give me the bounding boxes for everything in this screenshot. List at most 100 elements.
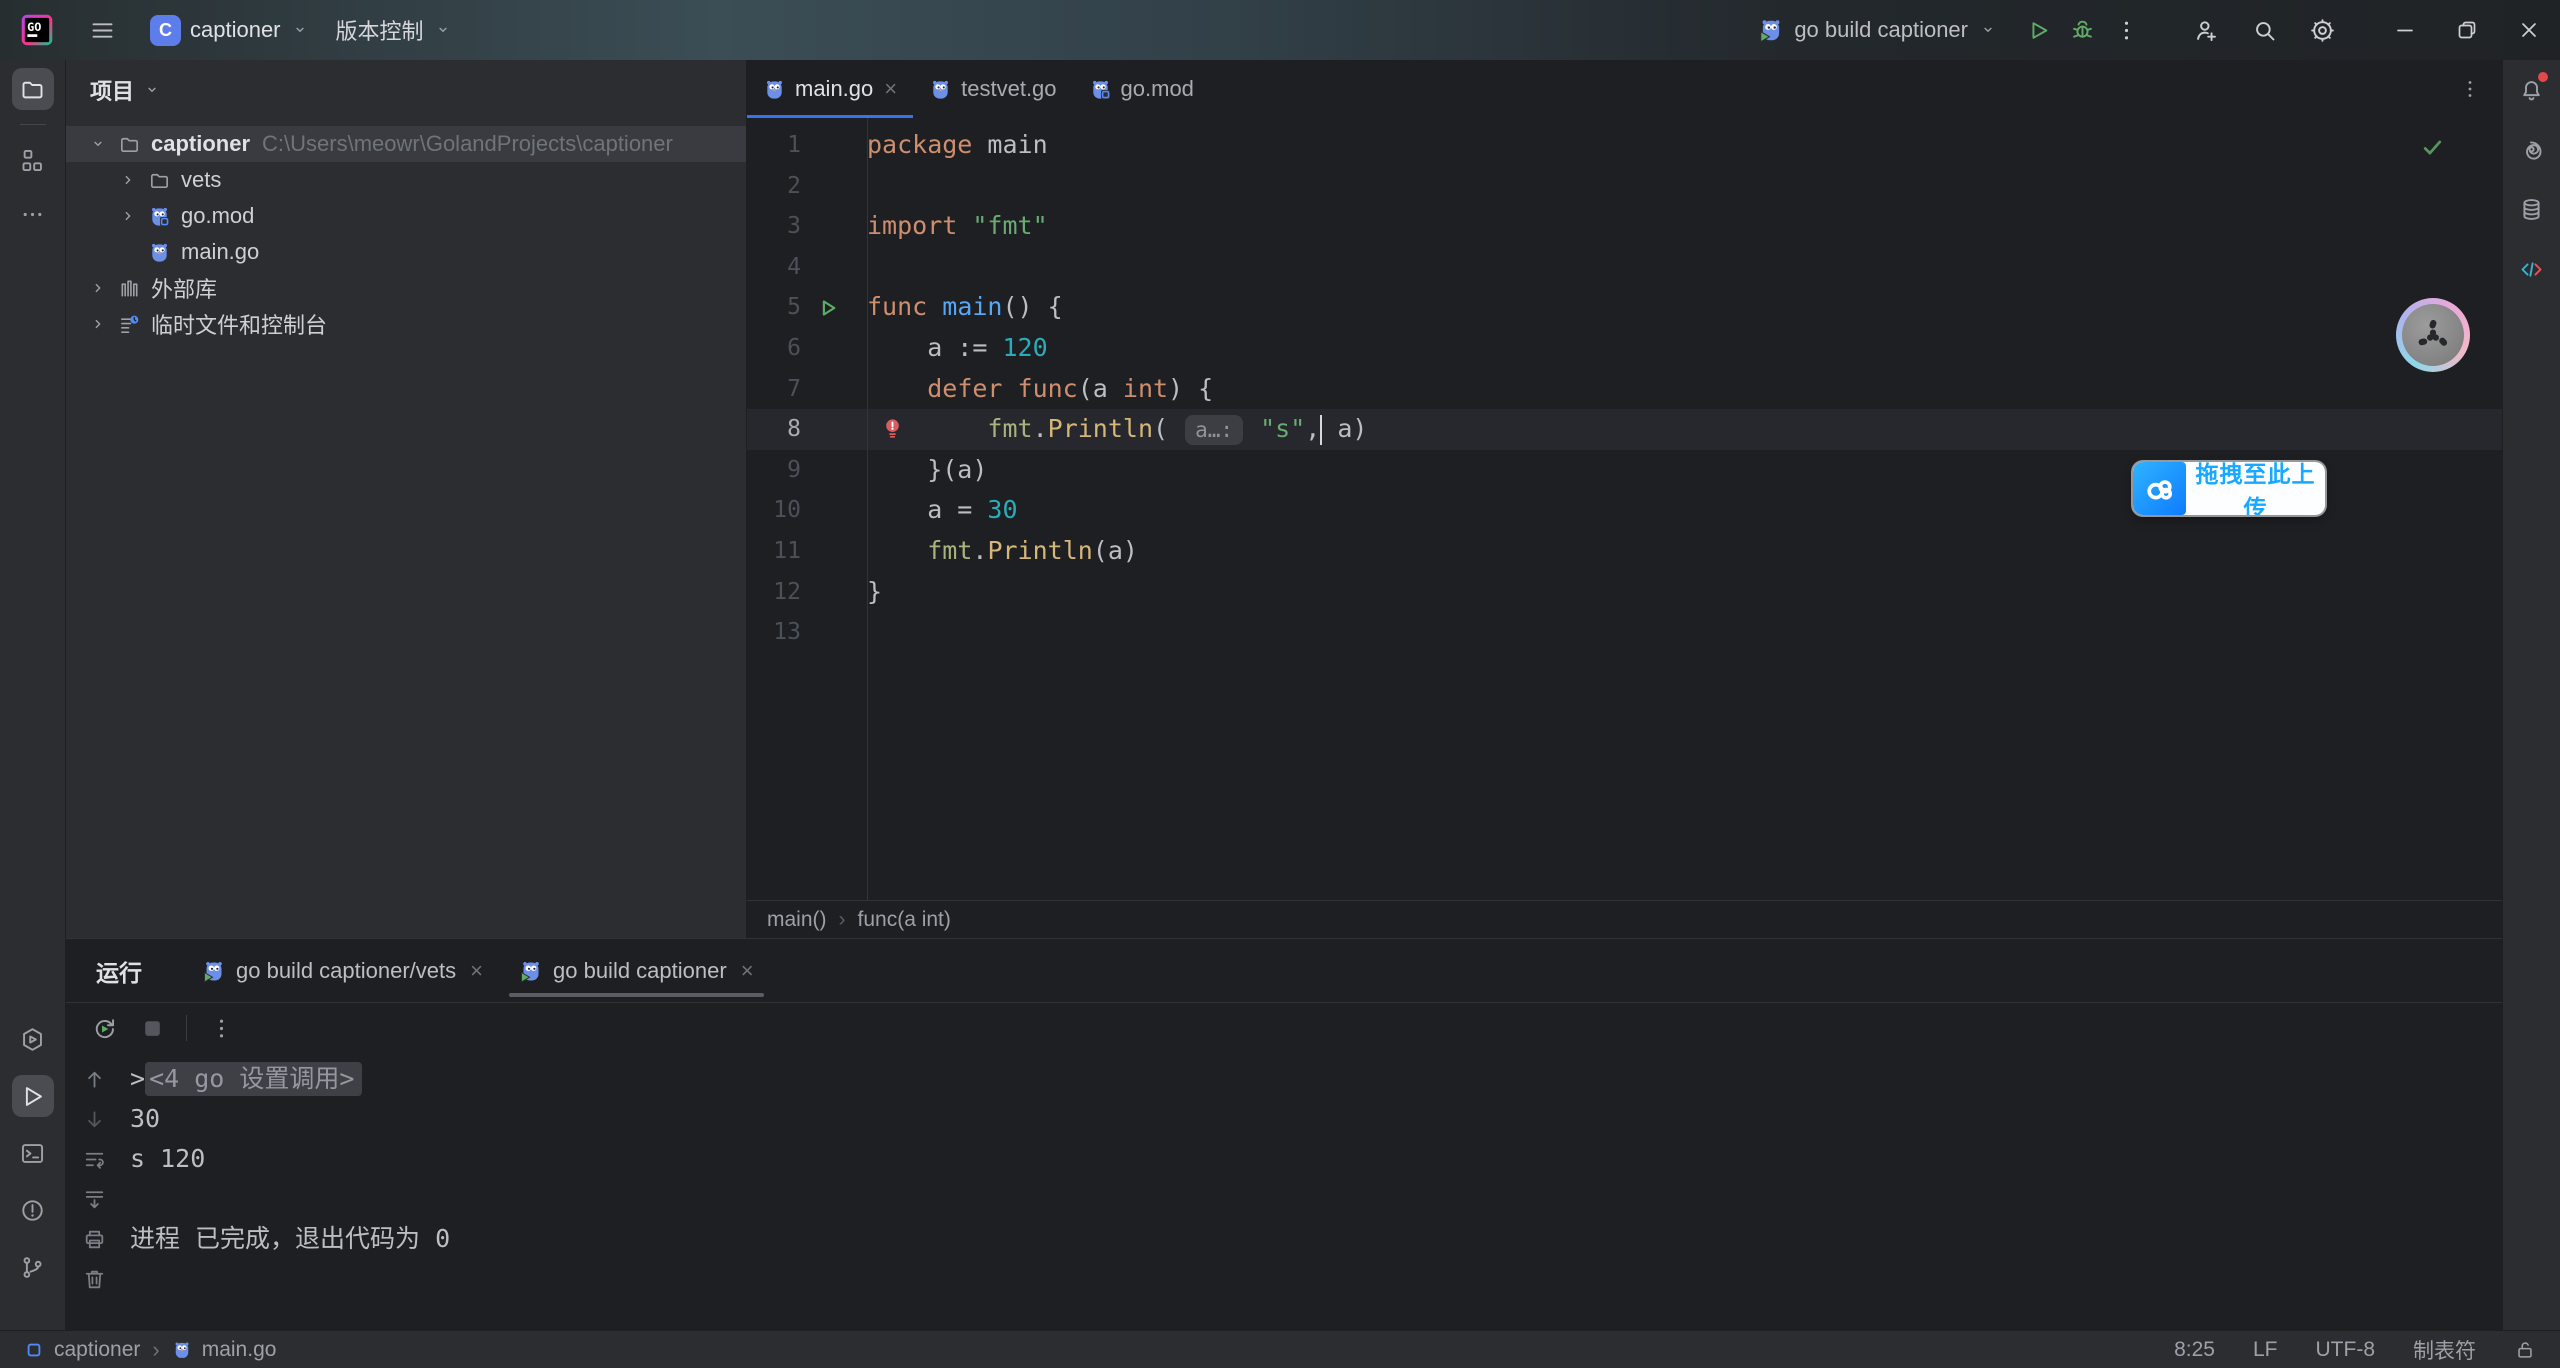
version-control-tool-button[interactable] (12, 1246, 54, 1288)
problems-tool-button[interactable] (12, 1189, 54, 1231)
clear-all-button[interactable] (74, 1259, 114, 1299)
kebab-button[interactable] (2104, 8, 2148, 52)
code-line-2[interactable]: 2 (747, 166, 2502, 207)
chevron-right-icon[interactable] (88, 278, 108, 298)
terminal-tool-button[interactable] (12, 1132, 54, 1174)
scroll-to-end-button[interactable] (74, 1179, 114, 1219)
code-text: package main (867, 125, 1048, 166)
assistant-avatar-overlay[interactable] (2396, 298, 2470, 372)
lock-open-icon[interactable] (2514, 1339, 2536, 1361)
close-window-button[interactable] (2498, 0, 2560, 60)
tree-item--[interactable]: 外部库 (66, 270, 746, 306)
goland-window: GO C captioner 版本控制 go build captioner (0, 0, 2560, 1368)
console-line: 30 (130, 1099, 2502, 1139)
play-button[interactable] (2016, 8, 2060, 52)
project-tool-button[interactable] (12, 68, 54, 110)
close-tab-icon[interactable]: × (470, 958, 483, 984)
tree-item-vets[interactable]: vets (66, 162, 746, 198)
settings-button[interactable] (2300, 8, 2344, 52)
code-editor[interactable]: 1 package main23import "fmt"45func main()… (747, 118, 2502, 900)
caret-position[interactable]: 8:25 (2174, 1338, 2215, 1362)
more-tools-button[interactable] (12, 193, 54, 235)
line-separator[interactable]: LF (2253, 1338, 2278, 1362)
search-button[interactable] (2242, 8, 2286, 52)
project-widget[interactable]: C captioner (150, 15, 310, 46)
prev-occurrence-button[interactable] (74, 1059, 114, 1099)
notification-badge (2538, 72, 2548, 82)
gopher-mod-icon (148, 205, 171, 228)
statusbar-project[interactable]: captioner (54, 1338, 140, 1362)
statusbar-file[interactable]: main.go (202, 1338, 277, 1362)
services-tool-button[interactable] (12, 1018, 54, 1060)
code-line-12[interactable]: 12} (747, 572, 2502, 613)
gopher-run-icon (519, 959, 543, 983)
vcs-widget[interactable]: 版本控制 (336, 14, 453, 46)
code-line-6[interactable]: 6 a := 120 (747, 328, 2502, 369)
line-number: 1 (747, 125, 801, 166)
run-configuration-selector[interactable]: go build captioner (1758, 17, 1998, 43)
close-tab-icon[interactable]: × (741, 958, 754, 984)
restore-window-button[interactable] (2436, 0, 2498, 60)
more-options-button[interactable] (201, 1008, 241, 1048)
editor-tab-go.mod[interactable]: go.mod (1073, 60, 1210, 118)
code-line-8[interactable]: 8 fmt.Println( a…: "s", a) (747, 409, 2502, 450)
console-output[interactable]: ><4 go 设置调用>30s 120进程 已完成，退出代码为 0 (122, 1053, 2502, 1330)
tree-item-label: 临时文件和控制台 (151, 308, 327, 340)
tree-item-label: captioner (151, 131, 250, 157)
code-line-4[interactable]: 4 (747, 247, 2502, 288)
code-line-7[interactable]: 7 defer func(a int) { (747, 369, 2502, 410)
run-tool-button[interactable] (12, 1075, 54, 1117)
gutter-slot (801, 531, 867, 572)
run-line-button[interactable] (801, 287, 867, 328)
close-tab-icon[interactable]: × (884, 76, 897, 102)
debug-button[interactable] (2060, 8, 2104, 52)
breadcrumb-func[interactable]: func(a int) (858, 908, 951, 932)
collapsed-command-chip[interactable]: <4 go 设置调用> (145, 1062, 362, 1096)
code-line-13[interactable]: 13 (747, 612, 2502, 653)
structure-tool-button[interactable] (12, 139, 54, 181)
main-menu-button[interactable] (80, 8, 124, 52)
editor-tab-testvet.go[interactable]: testvet.go (913, 60, 1072, 118)
run-tab-go-build-captioner-vets[interactable]: go build captioner/vets× (184, 939, 501, 1002)
run-tab-go-build-captioner[interactable]: go build captioner× (501, 939, 772, 1002)
add-user-button[interactable] (2184, 8, 2228, 52)
chevron-right-icon[interactable] (118, 170, 138, 190)
stop-button[interactable] (132, 1008, 172, 1048)
ai-assistant-tool-button[interactable] (2511, 128, 2553, 170)
tree-item-go.mod[interactable]: go.mod (66, 198, 746, 234)
endpoints-tool-button[interactable] (2511, 248, 2553, 290)
tree-item-main.go[interactable]: main.go (66, 234, 746, 270)
chevron-down-icon (1978, 20, 1998, 40)
code-line-1[interactable]: 1 package main (747, 125, 2502, 166)
folder-icon (148, 169, 171, 192)
gutter-slot (801, 572, 867, 613)
next-occurrence-button[interactable] (74, 1099, 114, 1139)
soft-wrap-button[interactable] (74, 1139, 114, 1179)
tree-item--[interactable]: 临时文件和控制台 (66, 306, 746, 342)
chevron-down-icon[interactable] (88, 134, 108, 154)
tab-label: main.go (795, 76, 873, 102)
chevron-down-icon (290, 20, 310, 40)
chevron-right-icon[interactable] (118, 206, 138, 226)
code-line-11[interactable]: 11 fmt.Println(a) (747, 531, 2502, 572)
code-line-5[interactable]: 5func main() { (747, 287, 2502, 328)
file-encoding[interactable]: UTF-8 (2316, 1338, 2376, 1362)
print-button[interactable] (74, 1219, 114, 1259)
indent-style[interactable]: 制表符 (2413, 1335, 2476, 1365)
tab-options-button[interactable] (2450, 69, 2490, 109)
editor-tab-main.go[interactable]: main.go × (747, 60, 913, 118)
chevron-right-icon[interactable] (88, 314, 108, 334)
code-line-3[interactable]: 3import "fmt" (747, 206, 2502, 247)
inspections-ok-icon[interactable] (2419, 134, 2446, 161)
tree-item-captioner[interactable]: captionerC:\Users\meowr\GolandProjects\c… (66, 126, 746, 162)
main-area: 项目 captionerC:\Users\meowr\GolandProject… (0, 60, 2560, 1330)
database-tool-button[interactable] (2511, 188, 2553, 230)
project-square-icon (24, 1340, 44, 1360)
notifications-tool-button[interactable] (2511, 68, 2553, 110)
rerun-button[interactable] (84, 1008, 124, 1048)
breadcrumb-main[interactable]: main() (767, 908, 827, 932)
baidu-upload-dropzone[interactable]: 拖拽至此上传 (2133, 462, 2325, 515)
intention-bulb-icon[interactable] (879, 415, 906, 442)
minimize-window-button[interactable] (2374, 0, 2436, 60)
project-panel-header[interactable]: 项目 (66, 68, 746, 112)
